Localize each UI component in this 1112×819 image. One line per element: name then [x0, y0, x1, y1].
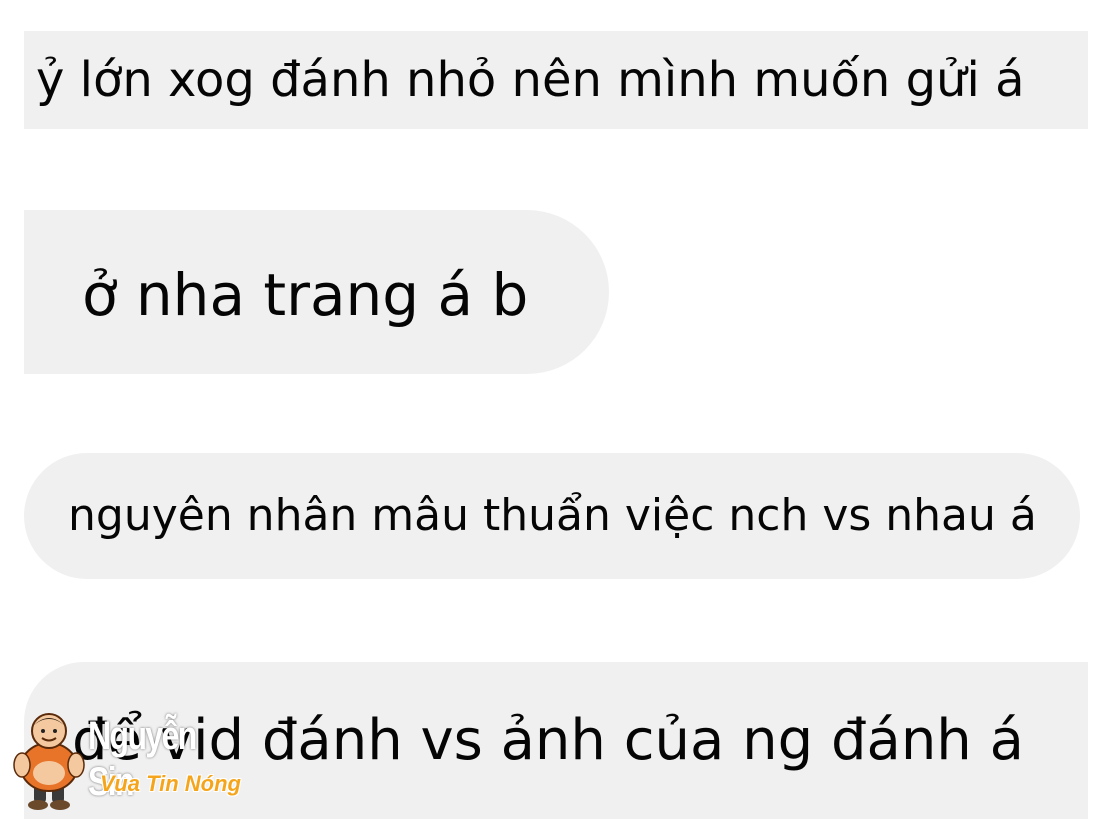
mascot-icon [13, 713, 85, 810]
message-text: nguyên nhân mâu thuẩn việc nch vs nhau á [68, 490, 1037, 541]
watermark-tagline: Vua Tin Nóng [100, 771, 241, 796]
message-text: ở nha trang á b [82, 261, 529, 329]
message-bubble: nguyên nhân mâu thuẩn việc nch vs nhau á [24, 453, 1080, 579]
message-bubble: ở nha trang á b [24, 210, 609, 374]
message-bubble: ỷ lớn xog đánh nhỏ nên mình muốn gửi á [24, 31, 1088, 129]
message-text: ỷ lớn xog đánh nhỏ nên mình muốn gửi á [36, 52, 1025, 108]
watermark-logo: Nguyễn Sin Vua Tin Nóng [8, 705, 268, 813]
